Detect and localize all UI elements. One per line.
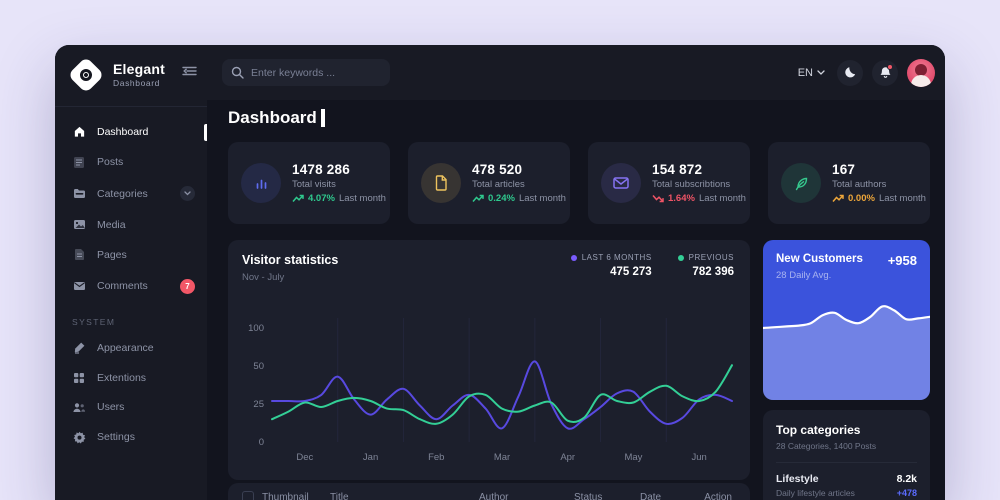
sidebar-section-label: SYSTEM — [72, 317, 116, 327]
stat-card-total-subscriptions: 154 872 Total subscribtions 1.64% Last mo… — [588, 142, 750, 224]
legend-dot — [570, 254, 577, 261]
svg-text:Apr: Apr — [560, 452, 575, 463]
svg-text:May: May — [624, 452, 642, 463]
extensions-icon — [72, 372, 86, 384]
main-content: Dashboard 1478 286 Total visits 4.07% Las… — [207, 100, 945, 500]
pages-icon — [72, 248, 86, 261]
categories-icon — [72, 188, 86, 199]
visitor-statistics-chart: Dec Jan Feb Mar Apr May Jun 0 25 50 100 — [248, 318, 733, 463]
posts-table-card: Thumbnail Title Author Status Date Actio… — [228, 483, 750, 500]
logo-title: Elegant — [113, 61, 165, 78]
topbar: EN — [207, 45, 945, 100]
sidebar-item-media[interactable]: Media — [55, 211, 207, 239]
new-customers-delta: +958 — [887, 253, 917, 268]
logo-subtitle: Dashboard — [113, 77, 160, 88]
text-caret — [320, 109, 325, 127]
notification-dot — [887, 63, 893, 70]
mail-icon — [601, 163, 641, 203]
top-categories-card: Top categories 28 Categories, 1400 Posts… — [763, 410, 930, 500]
avatar[interactable] — [907, 58, 935, 87]
new-customers-card: New Customers 28 Daily Avg. +958 — [763, 240, 930, 400]
stat-card-total-visits: 1478 286 Total visits 4.07% Last month — [228, 142, 390, 224]
home-icon — [72, 125, 86, 138]
sidebar-menu: Dashboard Posts Categories Media Pages C… — [55, 117, 207, 302]
logo-icon — [67, 56, 105, 94]
appearance-icon — [72, 341, 86, 354]
stat-card-total-articles: 478 520 Total articles 0.24% Last month — [408, 142, 570, 224]
svg-text:100: 100 — [248, 323, 264, 334]
comments-badge: 7 — [180, 278, 195, 294]
sidebar-item-appearance[interactable]: Appearance — [55, 333, 207, 362]
svg-text:Dec: Dec — [296, 452, 313, 463]
desktop-background: Elegant Dashboard Dashboard Posts Catego… — [0, 0, 1000, 500]
posts-icon — [72, 156, 86, 169]
moon-icon — [844, 67, 855, 78]
chart-subtitle: Nov - July — [242, 272, 285, 283]
legend-item-last-6-months: LAST 6 MONTHS 475 273 — [570, 253, 652, 283]
column-thumbnail: Thumbnail — [262, 491, 309, 500]
bar-chart-icon — [241, 163, 281, 203]
stat-card-total-authors: 167 Total authors 0.00% Last month — [768, 142, 930, 224]
svg-text:Feb: Feb — [428, 452, 444, 463]
svg-text:25: 25 — [253, 399, 264, 410]
settings-icon — [72, 431, 86, 444]
svg-text:Jan: Jan — [363, 452, 378, 463]
sidebar-item-users[interactable]: Users — [55, 393, 207, 421]
chevron-down-icon[interactable] — [180, 186, 195, 201]
trend-up-icon — [472, 193, 484, 204]
sidebar-item-comments[interactable]: Comments 7 — [55, 271, 207, 302]
sidebar-item-dashboard[interactable]: Dashboard — [55, 117, 207, 146]
users-icon — [72, 402, 86, 413]
logo: Elegant Dashboard — [55, 45, 207, 104]
feather-icon — [781, 163, 821, 203]
trend-down-icon — [652, 193, 664, 204]
sidebar-item-extensions[interactable]: Extentions — [55, 364, 207, 392]
sidebar-collapse-icon[interactable] — [182, 65, 197, 77]
chevron-down-icon — [817, 70, 825, 75]
sidebar-item-settings[interactable]: Settings — [55, 423, 207, 452]
search-icon — [231, 66, 244, 79]
table-header-row: Thumbnail Title Author Status Date Actio… — [242, 491, 732, 500]
sidebar-item-categories[interactable]: Categories — [55, 178, 207, 209]
trend-up-icon — [292, 193, 304, 204]
sidebar-divider — [55, 106, 207, 107]
visitor-statistics-card: Visitor statistics Nov - July LAST 6 MON… — [228, 240, 750, 480]
select-all-checkbox[interactable] — [242, 491, 254, 500]
chart-title: Visitor statistics — [242, 253, 339, 267]
search-input[interactable] — [251, 66, 381, 79]
new-customers-sparkline — [763, 305, 930, 400]
column-title: Title — [330, 491, 349, 500]
chart-legend: LAST 6 MONTHS 475 273 PREVIOUS 782 396 — [570, 253, 734, 283]
column-author: Author — [479, 491, 509, 500]
sidebar-item-posts[interactable]: Posts — [55, 148, 207, 177]
page-title: Dashboard — [228, 108, 325, 128]
svg-text:0: 0 — [259, 437, 264, 448]
column-status: Status — [574, 491, 603, 500]
search-bar[interactable] — [222, 59, 390, 86]
media-icon — [72, 219, 86, 230]
notifications-button[interactable] — [872, 59, 898, 86]
sidebar: Elegant Dashboard Dashboard Posts Catego… — [55, 45, 207, 500]
article-icon — [421, 163, 461, 203]
sidebar-system-menu: Appearance Extentions Users Settings — [55, 333, 207, 452]
legend-item-previous: PREVIOUS 782 396 — [677, 253, 734, 283]
legend-dot — [677, 254, 684, 261]
trend-flat-icon — [832, 193, 844, 204]
column-action: Action — [704, 491, 732, 500]
app-window: Elegant Dashboard Dashboard Posts Catego… — [55, 45, 945, 500]
category-item-lifestyle[interactable]: Lifestyle 8.2k Daily lifestyle articles +4… — [776, 462, 917, 498]
comments-icon — [72, 281, 86, 291]
sidebar-item-pages[interactable]: Pages — [55, 240, 207, 269]
svg-text:Jun: Jun — [691, 452, 706, 463]
column-date: Date — [640, 491, 662, 500]
svg-text:50: 50 — [253, 361, 264, 372]
svg-text:Mar: Mar — [494, 452, 510, 463]
language-selector[interactable]: EN — [798, 67, 825, 79]
dark-mode-toggle[interactable] — [837, 59, 863, 86]
